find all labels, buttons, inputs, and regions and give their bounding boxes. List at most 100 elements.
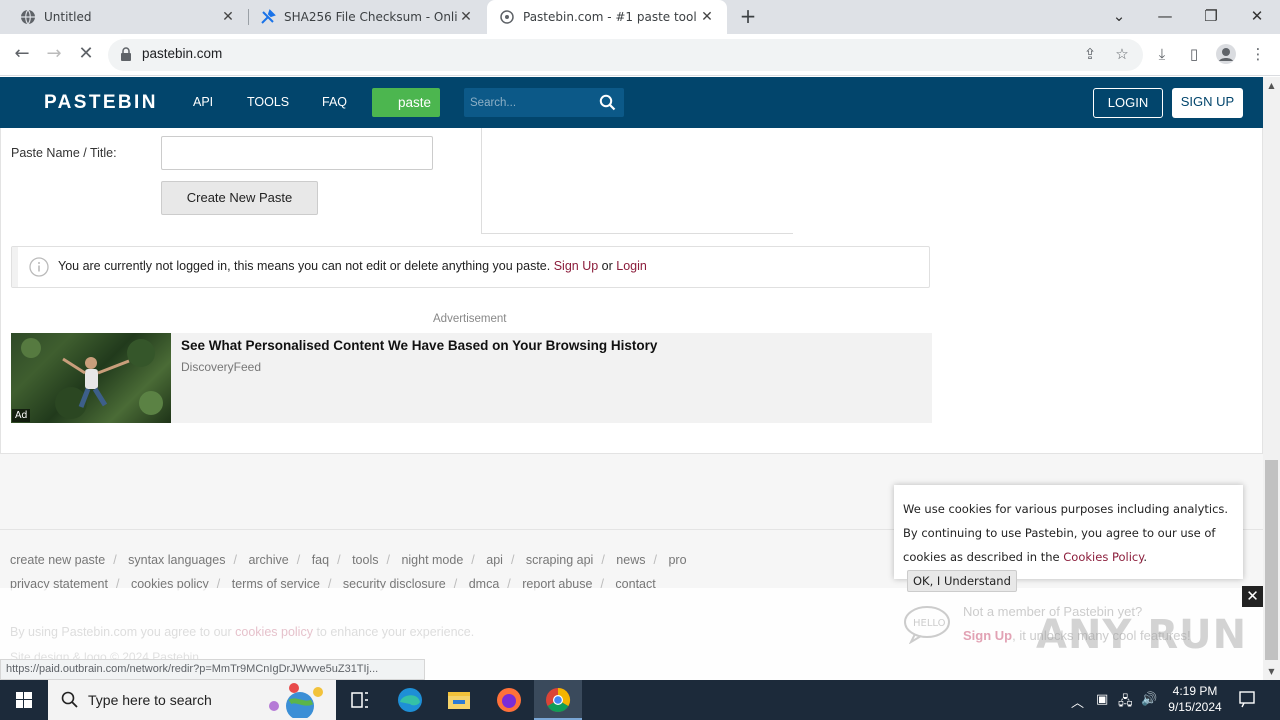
volume-icon[interactable]: 🔊 <box>1141 692 1157 707</box>
edge-icon[interactable] <box>386 680 434 720</box>
notification-icon[interactable] <box>1238 690 1256 712</box>
tab-close-icon[interactable]: ✕ <box>699 9 715 25</box>
search-icon[interactable] <box>599 94 616 111</box>
side-panel-icon[interactable]: ▯ <box>1183 43 1205 65</box>
start-button[interactable] <box>0 680 48 720</box>
restore-icon[interactable]: ❐ <box>1188 0 1234 34</box>
file-explorer-icon[interactable] <box>435 680 483 720</box>
firefox-icon[interactable] <box>485 680 533 720</box>
status-bar-url: https://paid.outbrain.com/network/redir?… <box>0 659 425 680</box>
profile-icon[interactable] <box>1215 43 1237 65</box>
address-bar[interactable]: pastebin.com <box>108 39 1143 71</box>
tab-untitled[interactable]: Untitled ✕ <box>8 0 248 34</box>
ad-card[interactable]: Ad See What Personalised Content We Have… <box>11 333 932 423</box>
advertisement-label: Advertisement <box>433 313 507 325</box>
forward-icon[interactable]: → <box>42 43 66 67</box>
footer-link[interactable]: pro <box>668 553 686 567</box>
sidebar-panel <box>481 128 793 234</box>
windows-taskbar: Type here to search ︿ ▣ 🖧 🔊 4:19 PM 9/15… <box>0 680 1280 720</box>
tab-strip: Untitled ✕ SHA256 File Checksum - Online… <box>0 0 1280 34</box>
back-icon[interactable]: ← <box>10 43 34 67</box>
tab-title: Untitled <box>44 10 92 24</box>
tray-chevron-icon[interactable]: ︿ <box>1071 692 1084 711</box>
pastebin-header: PASTEBIN API TOOLS FAQ paste LOGIN SIGN … <box>0 77 1280 128</box>
footer-links-row-1: create new paste / syntax languages / arch… <box>10 553 687 567</box>
clock-date: 9/15/2024 <box>1168 700 1222 714</box>
anyrun-watermark: ANY RUN <box>1036 612 1248 658</box>
taskbar-search-box[interactable]: Type here to search <box>48 680 336 720</box>
cookie-text: We use cookies for various purposes incl… <box>903 497 1235 593</box>
footer-link[interactable]: faq <box>312 553 329 567</box>
tab-close-icon[interactable]: ✕ <box>458 9 474 25</box>
tab-pastebin[interactable]: Pastebin.com - #1 paste tool sin ✕ <box>487 0 727 34</box>
ad-image[interactable]: Ad <box>11 333 171 423</box>
search-input[interactable] <box>470 94 590 112</box>
close-window-icon[interactable]: ✕ <box>1234 0 1280 34</box>
windows-logo-icon <box>16 692 32 708</box>
new-tab-icon[interactable]: + <box>738 5 758 29</box>
menu-kebab-icon[interactable]: ⋮ <box>1247 43 1269 65</box>
chrome-icon[interactable] <box>534 680 582 720</box>
notice-signup-link[interactable]: Sign Up <box>554 259 598 273</box>
search-icon <box>61 691 78 708</box>
download-icon[interactable]: ⤓ <box>1151 43 1173 65</box>
scroll-down-icon[interactable]: ▼ <box>1263 663 1280 680</box>
member-signup-link[interactable]: Sign Up <box>963 628 1012 643</box>
ad-source: DiscoveryFeed <box>181 360 262 374</box>
share-icon[interactable]: ⇪ <box>1079 43 1101 65</box>
nav-tools[interactable]: TOOLS <box>247 95 289 109</box>
network-icon[interactable]: 🖧 <box>1118 692 1133 714</box>
notice-login-link[interactable]: Login <box>616 259 647 273</box>
pastebin-logo[interactable]: PASTEBIN <box>44 92 158 114</box>
search-highlight-icon <box>269 683 323 718</box>
task-view-icon[interactable] <box>336 680 384 720</box>
url-text: pastebin.com <box>142 46 223 61</box>
banner-cookies-link[interactable]: cookies policy <box>235 625 313 639</box>
footer-link[interactable]: syntax languages <box>128 553 225 567</box>
nav-faq[interactable]: FAQ <box>322 95 347 109</box>
paste-title-input[interactable] <box>161 136 433 170</box>
footer-link[interactable]: create new paste <box>10 553 105 567</box>
footer-link[interactable]: archive <box>248 553 288 567</box>
notice-bar <box>12 247 18 287</box>
cookie-consent-popup: We use cookies for various purposes incl… <box>894 485 1243 592</box>
signup-button[interactable]: SIGN UP <box>1172 88 1243 118</box>
taskbar-clock[interactable]: 4:19 PM 9/15/2024 <box>1160 683 1230 715</box>
paste-title-label: Paste Name / Title: <box>11 146 117 160</box>
close-banner-icon[interactable]: ✕ <box>1242 586 1263 607</box>
create-new-paste-button[interactable]: Create New Paste <box>161 181 318 215</box>
minimize-icon[interactable]: — <box>1142 0 1188 34</box>
tab-search-chevron-icon[interactable]: ⌄ <box>1096 0 1142 34</box>
scroll-up-icon[interactable]: ▲ <box>1263 77 1280 94</box>
page-scrollbar[interactable]: ▲ ▼ <box>1263 77 1280 680</box>
footer-link[interactable]: api <box>486 553 503 567</box>
ad-tag: Ad <box>12 409 31 422</box>
login-button[interactable]: LOGIN <box>1093 88 1163 118</box>
pastebin-icon <box>500 10 514 24</box>
taskbar-search-placeholder: Type here to search <box>88 692 212 708</box>
banner-text-pre: By using Pastebin.com you agree to our <box>10 625 232 639</box>
scroll-thumb[interactable] <box>1265 460 1278 660</box>
tab-title: SHA256 File Checksum - Online <box>284 10 458 24</box>
hello-bubble-icon: HELLO <box>904 606 950 644</box>
tab-close-icon[interactable]: ✕ <box>220 9 236 25</box>
notice-message: You are currently not logged in, this me… <box>58 259 647 273</box>
browser-toolbar: ← → ✕ pastebin.com ⇪ ☆ ⤓ ▯ ⋮ <box>0 34 1280 76</box>
tools-icon <box>261 9 276 24</box>
cookie-ok-button[interactable]: OK, I Understand <box>907 570 1017 592</box>
notice-text: You are currently not logged in, this me… <box>58 259 551 273</box>
nav-api[interactable]: API <box>193 95 213 109</box>
footer-link[interactable]: night mode <box>401 553 463 567</box>
stop-loading-icon[interactable]: ✕ <box>74 43 98 67</box>
tray-device-icon[interactable]: ▣ <box>1096 692 1108 707</box>
footer-link[interactable]: scraping api <box>526 553 593 567</box>
paste-button[interactable]: paste <box>372 88 440 117</box>
globe-icon <box>21 9 35 25</box>
footer-link[interactable]: tools <box>352 553 378 567</box>
cookies-policy-link[interactable]: Cookies Policy <box>1063 550 1143 564</box>
footer-link[interactable]: news <box>616 553 645 567</box>
bookmark-star-icon[interactable]: ☆ <box>1111 43 1133 65</box>
ad-headline[interactable]: See What Personalised Content We Have Ba… <box>181 338 657 353</box>
tab-sha256[interactable]: SHA256 File Checksum - Online ✕ <box>248 0 486 34</box>
svg-text:HELLO: HELLO <box>913 618 946 629</box>
